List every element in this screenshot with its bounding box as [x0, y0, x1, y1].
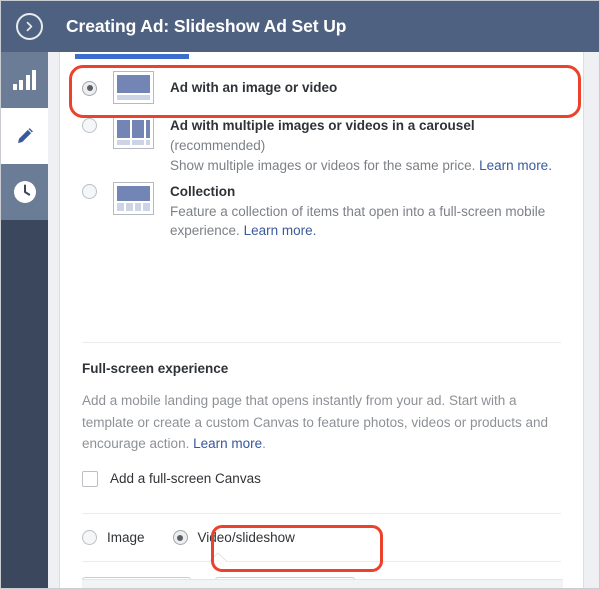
pencil-icon	[14, 125, 36, 147]
content-area: Ad with an image or video Ad with multip…	[48, 52, 599, 588]
option-text-collection: Collection Feature a collection of items…	[170, 182, 583, 240]
section-heading: Full-screen experience	[82, 361, 229, 376]
ad-format-option-list: Ad with an image or video Ad with multip…	[60, 63, 583, 240]
media-type-section: Image Video/slideshow Select Video Creat…	[60, 513, 583, 588]
media-type-label: Image	[107, 530, 145, 545]
media-type-option-image[interactable]: Image	[82, 530, 145, 545]
media-type-label: Video/slideshow	[197, 530, 295, 545]
single-image-icon	[113, 70, 154, 104]
option-text-single-image-video: Ad with an image or video	[170, 78, 355, 97]
checkbox-label: Add a full-screen Canvas	[110, 471, 261, 486]
circle-arrow-right-icon[interactable]	[15, 13, 43, 40]
option-description: Feature a collection of items that open …	[170, 204, 546, 238]
right-gutter	[595, 52, 599, 588]
section-description: Add a mobile landing page that opens ins…	[82, 393, 549, 451]
option-description: Show multiple images or videos for the s…	[170, 158, 552, 173]
divider-with-caret	[60, 561, 583, 562]
clock-icon	[13, 180, 37, 204]
ad-format-option-single-image-video[interactable]: Ad with an image or video	[60, 63, 583, 111]
header-nav-button[interactable]	[1, 1, 57, 52]
carousel-icon	[113, 116, 154, 149]
facebook-ads-creator-window: Creating Ad: Slideshow Ad Set Up Ad with…	[0, 0, 600, 589]
ad-format-card: Ad with an image or video Ad with multip…	[59, 52, 584, 588]
caret-up-icon	[208, 552, 228, 562]
active-tab-indicator	[75, 54, 189, 59]
bar-chart-icon	[12, 70, 37, 90]
option-subtitle: (recommended)	[170, 138, 266, 153]
learn-more-link-fullscreen[interactable]: Learn more	[193, 436, 262, 451]
option-text-carousel: Ad with multiple images or videos in a c…	[170, 116, 570, 175]
section-divider-actions	[82, 561, 561, 562]
page-title: Creating Ad: Slideshow Ad Set Up	[66, 16, 347, 36]
media-type-radio-group: Image Video/slideshow	[60, 530, 583, 545]
checkbox-add-fullscreen-canvas[interactable]	[82, 470, 98, 487]
card-footer-strip	[82, 579, 563, 588]
option-title: Collection	[170, 184, 236, 199]
window-header: Creating Ad: Slideshow Ad Set Up	[1, 1, 599, 52]
media-type-option-video-slideshow[interactable]: Video/slideshow	[172, 530, 295, 545]
radio-carousel[interactable]	[82, 118, 97, 133]
collection-icon	[113, 182, 154, 215]
sidebar-item-history[interactable]	[1, 164, 48, 220]
ad-format-option-carousel[interactable]: Ad with multiple images or videos in a c…	[60, 116, 583, 175]
option-title: Ad with an image or video	[170, 79, 338, 95]
learn-more-link-carousel[interactable]: Learn more.	[479, 158, 552, 173]
radio-single-image-video[interactable]	[82, 80, 97, 96]
learn-more-link-collection[interactable]: Learn more.	[244, 223, 317, 238]
fullscreen-canvas-checkbox-row[interactable]: Add a full-screen Canvas	[82, 470, 561, 487]
option-title: Ad with multiple images or videos in a c…	[170, 118, 475, 133]
sidebar-item-campaign[interactable]	[1, 52, 48, 108]
radio-image[interactable]	[82, 530, 97, 545]
fullscreen-experience-section: Full-screen experience Add a mobile land…	[60, 342, 583, 487]
sidebar-item-ad-set[interactable]	[1, 108, 48, 164]
radio-video-slideshow[interactable]	[172, 530, 188, 545]
left-rail	[1, 52, 48, 588]
ad-format-option-collection[interactable]: Collection Feature a collection of items…	[60, 182, 583, 240]
radio-collection[interactable]	[82, 184, 97, 199]
